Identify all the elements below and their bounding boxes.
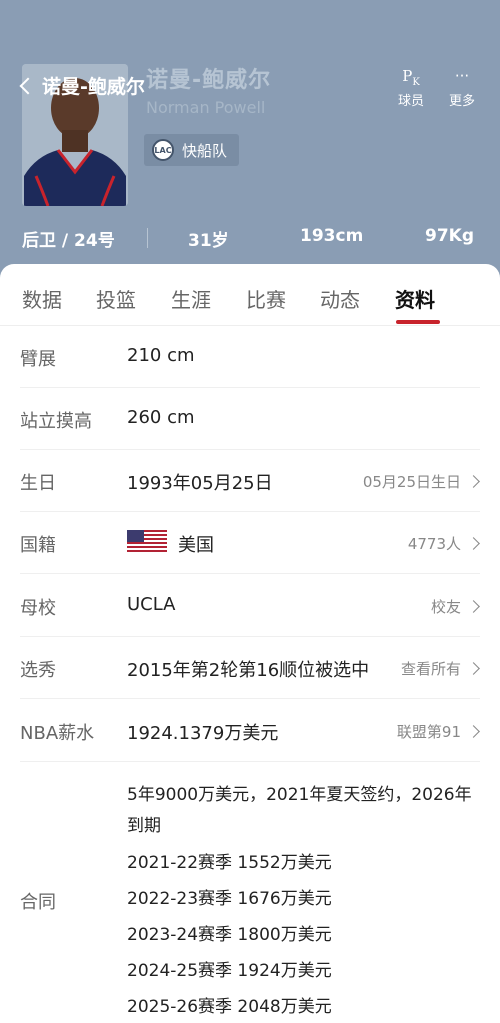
position-number: 后卫 / 24号 bbox=[22, 231, 115, 251]
more-label: 更多 bbox=[449, 94, 476, 109]
row-birthday[interactable]: 生日 1993年05月25日 05月25日生日 bbox=[0, 450, 500, 512]
player-header: 诺曼-鲍威尔 诺曼-鲍威尔 Norman Powell LAC 快船队 PK 球… bbox=[0, 0, 500, 290]
pk-icon: PK bbox=[402, 67, 420, 88]
tab-shooting[interactable]: 投篮 bbox=[96, 284, 136, 313]
tab-news[interactable]: 动态 bbox=[320, 284, 360, 313]
contract-season: 2023-24赛季 1800万美元 bbox=[127, 925, 332, 945]
row-divider bbox=[20, 573, 480, 574]
back-button[interactable]: 诺曼-鲍威尔 bbox=[19, 72, 145, 99]
contract-season: 2021-22赛季 1552万美元 bbox=[127, 853, 332, 873]
team-badge[interactable]: LAC 快船队 bbox=[144, 134, 240, 166]
birthday-value: 1993年05月25日 bbox=[127, 473, 273, 494]
player-name-cn: 诺曼-鲍威尔 bbox=[146, 68, 272, 93]
contract-summary: 5年9000万美元，2021年夏天签约，2026年到期 bbox=[127, 785, 472, 836]
birthday-label: 生日 bbox=[20, 473, 56, 494]
row-contract: 合同 5年9000万美元，2021年夏天签约，2026年到期 2021-22赛季… bbox=[0, 764, 500, 1023]
nationality-label: 国籍 bbox=[20, 535, 56, 556]
row-nationality[interactable]: 国籍 美国 4773人 bbox=[0, 512, 500, 574]
tab-bar: 数据 投篮 生涯 比赛 动态 资料 bbox=[0, 264, 500, 326]
college-label: 母校 bbox=[20, 598, 56, 619]
chevron-right-icon bbox=[467, 475, 480, 488]
player-stats-bar: 后卫 / 24号 31岁 193cm 97Kg bbox=[0, 224, 500, 252]
tab-profile[interactable]: 资料 bbox=[395, 284, 435, 313]
row-college[interactable]: 母校 UCLA 校友 bbox=[0, 575, 500, 637]
chevron-right-icon bbox=[467, 537, 480, 550]
salary-rank-link[interactable]: 联盟第91 bbox=[396, 721, 480, 742]
more-dots-icon: ··· bbox=[454, 67, 470, 85]
player-name-en: Norman Powell bbox=[146, 98, 266, 117]
more-button[interactable]: ··· 更多 bbox=[449, 66, 475, 109]
back-title: 诺曼-鲍威尔 bbox=[42, 76, 145, 98]
draft-value: 2015年第2轮第16顺位被选中 bbox=[127, 660, 370, 681]
row-wingspan: 臂展 210 cm bbox=[0, 326, 500, 388]
chevron-right-icon bbox=[467, 725, 480, 738]
wingspan-label: 臂展 bbox=[20, 349, 56, 370]
height: 193cm bbox=[300, 226, 364, 246]
chevron-right-icon bbox=[467, 600, 480, 613]
tab-games[interactable]: 比赛 bbox=[246, 284, 286, 313]
contract-label: 合同 bbox=[20, 892, 56, 913]
college-link-text: 校友 bbox=[430, 598, 461, 616]
wingspan-value: 210 cm bbox=[127, 345, 195, 366]
row-standing-reach: 站立摸高 260 cm bbox=[0, 388, 500, 450]
back-arrow-icon bbox=[19, 77, 37, 94]
salary-value: 1924.1379万美元 bbox=[127, 723, 279, 744]
college-value: UCLA bbox=[127, 594, 176, 615]
contract-season: 2025-26赛季 2048万美元 bbox=[127, 997, 332, 1017]
row-divider bbox=[20, 698, 480, 699]
row-salary[interactable]: NBA薪水 1924.1379万美元 联盟第91 bbox=[0, 700, 500, 762]
draft-link-text: 查看所有 bbox=[400, 660, 461, 678]
team-logo-icon: LAC bbox=[152, 139, 174, 161]
nationality-value: 美国 bbox=[178, 535, 214, 556]
standing-reach-label: 站立摸高 bbox=[20, 411, 92, 432]
us-flag-icon bbox=[127, 530, 167, 554]
draft-link[interactable]: 查看所有 bbox=[400, 658, 480, 679]
salary-label: NBA薪水 bbox=[20, 723, 95, 744]
player-pk-label: 球员 bbox=[398, 94, 425, 109]
active-tab-indicator bbox=[396, 320, 440, 324]
stats-divider bbox=[147, 228, 148, 248]
age: 31岁 bbox=[188, 231, 229, 251]
salary-rank: 联盟第91 bbox=[396, 723, 461, 741]
player-pk-button[interactable]: PK 球员 bbox=[398, 66, 424, 109]
standing-reach-value: 260 cm bbox=[127, 407, 195, 428]
college-link[interactable]: 校友 bbox=[430, 596, 480, 617]
birthday-link-text: 05月25日生日 bbox=[362, 473, 461, 491]
row-draft[interactable]: 选秀 2015年第2轮第16顺位被选中 查看所有 bbox=[0, 637, 500, 699]
weight: 97Kg bbox=[425, 226, 474, 246]
row-divider bbox=[20, 761, 480, 762]
nationality-count: 4773人 bbox=[407, 535, 461, 553]
tab-career[interactable]: 生涯 bbox=[171, 284, 211, 313]
contract-season: 2022-23赛季 1676万美元 bbox=[127, 889, 332, 909]
draft-label: 选秀 bbox=[20, 660, 56, 681]
nationality-link[interactable]: 4773人 bbox=[407, 533, 480, 554]
team-name: 快船队 bbox=[182, 141, 228, 160]
tab-data[interactable]: 数据 bbox=[22, 284, 62, 313]
contract-season: 2024-25赛季 1924万美元 bbox=[127, 961, 332, 981]
birthday-link[interactable]: 05月25日生日 bbox=[362, 471, 480, 492]
chevron-right-icon bbox=[467, 662, 480, 675]
